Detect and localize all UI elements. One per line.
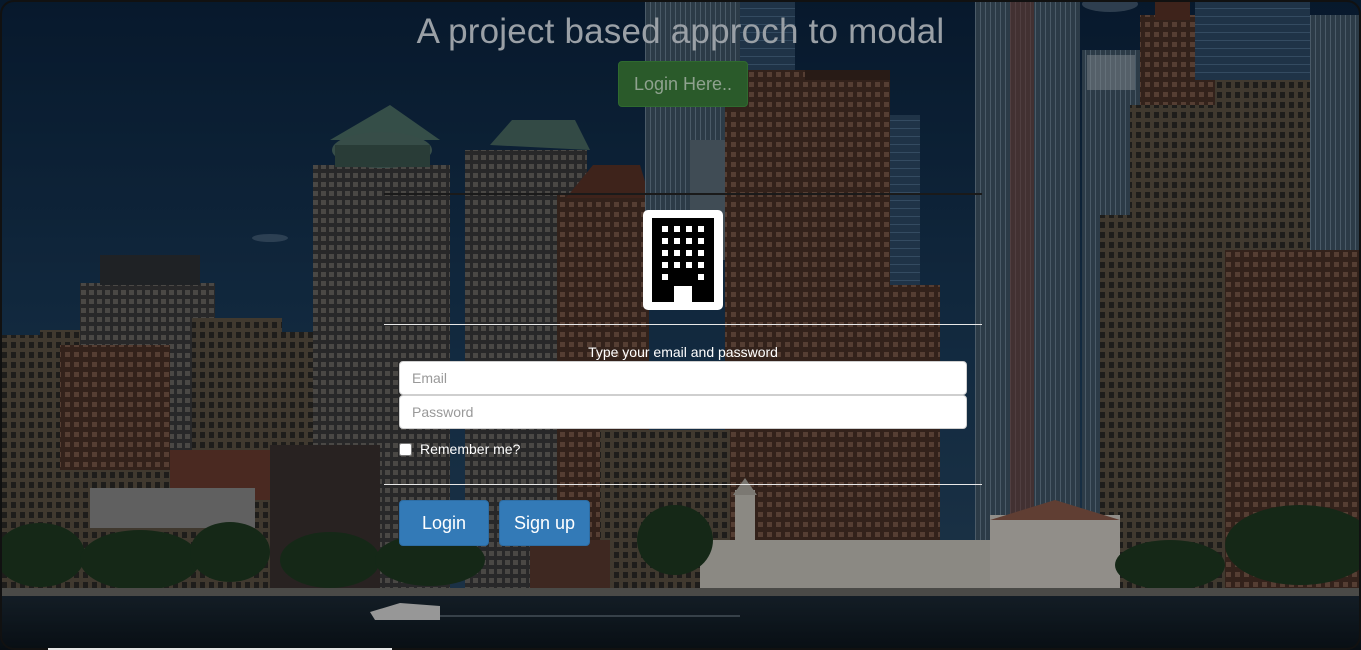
modal-top-divider bbox=[384, 193, 982, 195]
page-title: A project based approch to modal bbox=[416, 12, 945, 51]
login-button[interactable]: Login bbox=[399, 500, 489, 546]
modal-header-divider bbox=[384, 324, 982, 325]
password-field[interactable] bbox=[399, 395, 967, 429]
signup-button[interactable]: Sign up bbox=[499, 500, 590, 546]
login-modal: Type your email and password Remember me… bbox=[384, 193, 982, 553]
remember-me-row[interactable]: Remember me? bbox=[399, 441, 520, 457]
login-instructions: Type your email and password bbox=[588, 344, 778, 360]
remember-me-checkbox[interactable] bbox=[399, 442, 412, 456]
remember-me-label: Remember me? bbox=[420, 441, 521, 457]
email-field[interactable] bbox=[399, 361, 967, 395]
login-here-button[interactable]: Login Here.. bbox=[618, 61, 748, 107]
modal-footer-divider bbox=[384, 484, 982, 485]
building-icon bbox=[643, 210, 723, 310]
